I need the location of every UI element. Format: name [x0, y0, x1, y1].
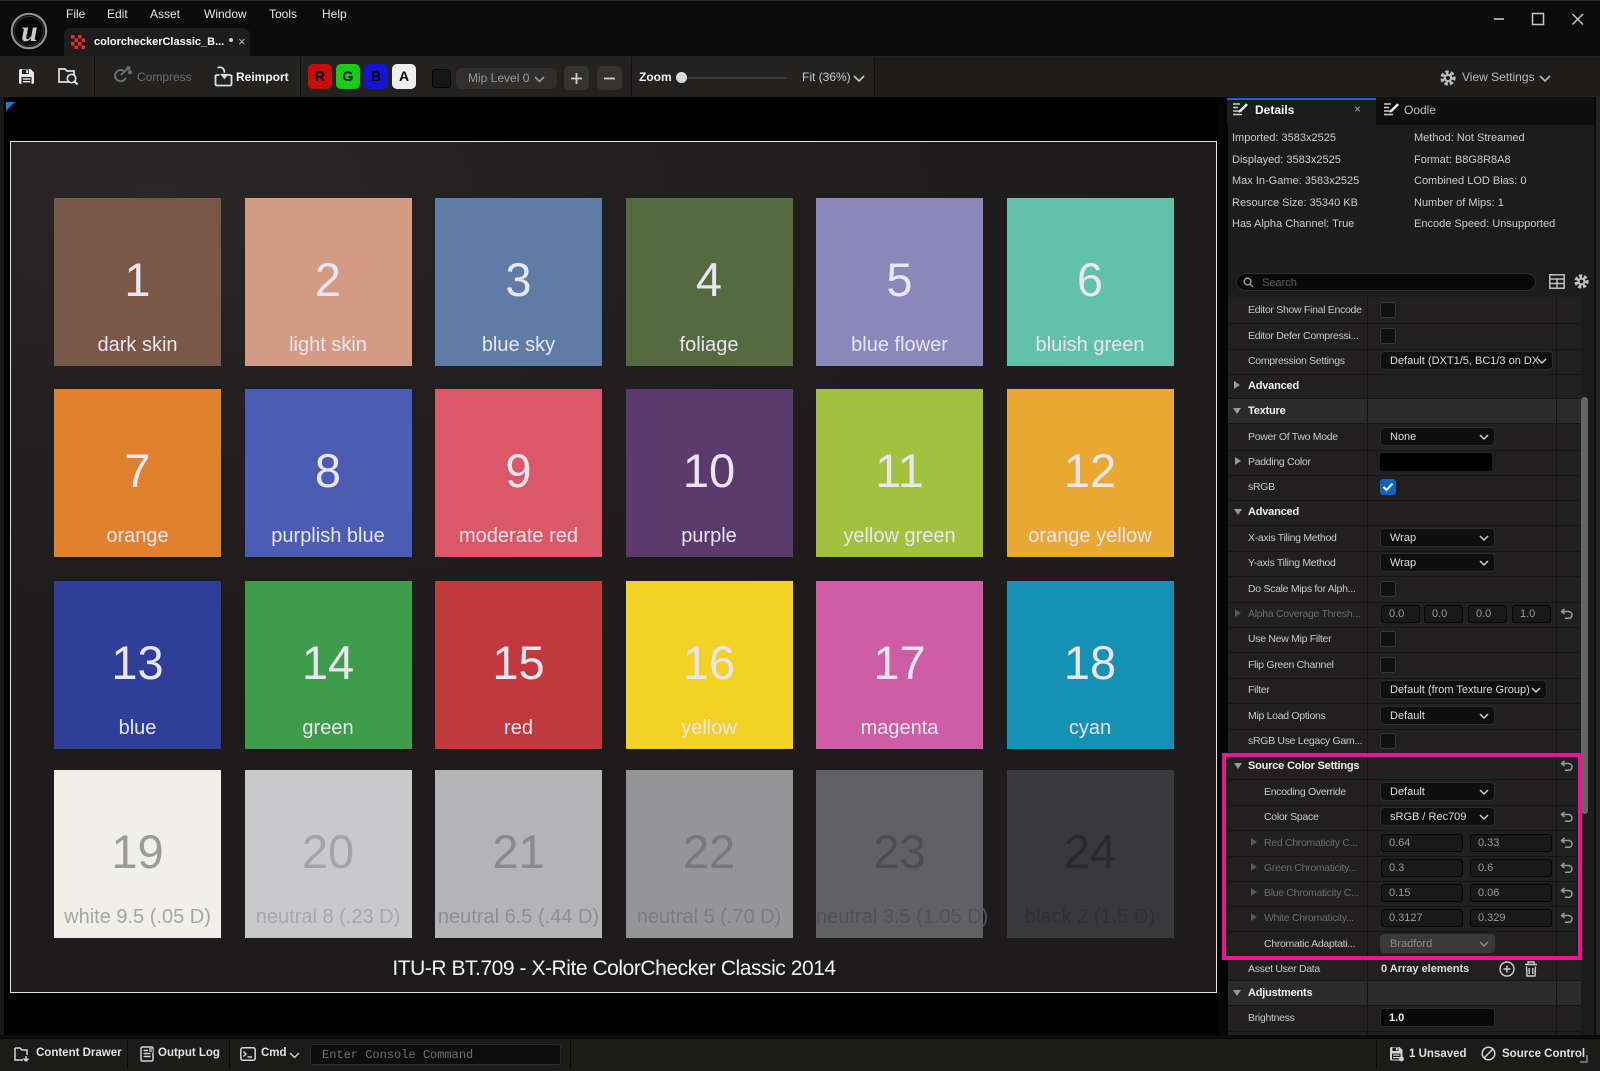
svg-text:u: u — [21, 15, 38, 48]
